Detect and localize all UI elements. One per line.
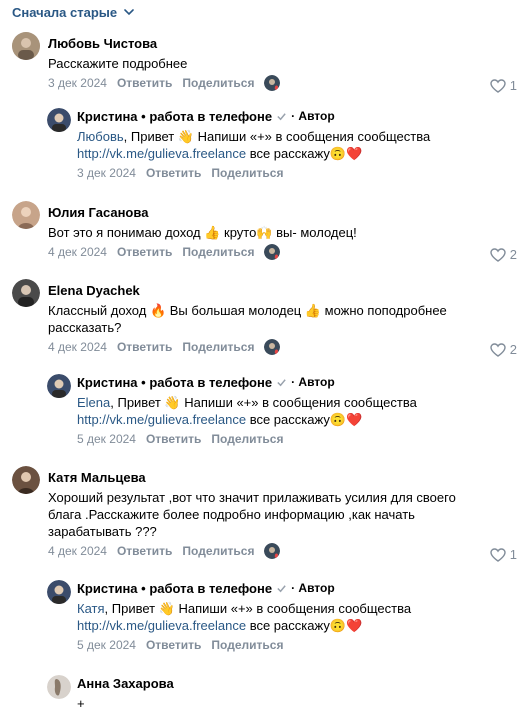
mention-link[interactable]: Любовь [77, 129, 124, 144]
comment-author[interactable]: Кристина • работа в телефоне · Автор [77, 374, 517, 391]
check-icon [277, 585, 286, 593]
share-button[interactable]: Поделиться [182, 245, 254, 259]
sort-dropdown[interactable]: Сначала старые [12, 3, 135, 21]
author-liked-avatar-icon [264, 74, 281, 91]
comment-date[interactable]: 5 дек 2024 [77, 432, 136, 446]
author-badge: · Автор [291, 375, 335, 389]
avatar[interactable] [47, 108, 71, 132]
comment-date[interactable]: 5 дек 2024 [77, 638, 136, 652]
comment-author[interactable]: Катя Мальцева [48, 469, 488, 486]
like-count: 1 [509, 547, 517, 562]
author-badge: · Автор [291, 581, 335, 595]
share-button[interactable]: Поделиться [211, 432, 283, 446]
share-button[interactable]: Поделиться [211, 638, 283, 652]
heart-icon [490, 247, 506, 262]
like-count: 2 [509, 247, 517, 262]
comment-author[interactable]: Elena Dyachek [48, 282, 488, 299]
share-button[interactable]: Поделиться [211, 166, 283, 180]
reply-button[interactable]: Ответить [117, 76, 172, 90]
reply-button[interactable]: Ответить [146, 638, 201, 652]
avatar[interactable] [12, 279, 40, 307]
avatar[interactable] [47, 675, 71, 699]
comment-author[interactable]: Любовь Чистова [48, 35, 518, 52]
comment-author[interactable]: Анна Захарова [77, 675, 517, 692]
avatar[interactable] [12, 466, 40, 494]
comment-date[interactable]: 3 дек 2024 [48, 76, 107, 90]
reply-button[interactable]: Ответить [117, 340, 172, 354]
heart-icon [490, 547, 506, 562]
like-count: 2 [509, 342, 517, 357]
heart-icon [490, 342, 506, 357]
avatar[interactable] [47, 374, 71, 398]
like-button[interactable]: 2 [490, 342, 517, 357]
comment-date[interactable]: 3 дек 2024 [77, 166, 136, 180]
like-button[interactable]: 1 [490, 78, 517, 93]
reply-button[interactable]: Ответить [117, 544, 172, 558]
share-button[interactable]: Поделиться [182, 76, 254, 90]
author-liked-avatar-icon [264, 542, 281, 559]
heart-icon [490, 78, 506, 93]
author-liked-avatar-icon [264, 338, 281, 355]
like-button[interactable]: 2 [490, 247, 517, 262]
check-icon [277, 379, 286, 387]
share-button[interactable]: Поделиться [182, 340, 254, 354]
avatar[interactable] [12, 201, 40, 229]
comment-author[interactable]: Кристина • работа в телефоне · Автор [77, 580, 517, 597]
comment-text: Хороший результат ,вот что значит прилаж… [48, 490, 456, 539]
community-link[interactable]: http://vk.me/gulieva.freelance [77, 412, 246, 427]
sort-label: Сначала старые [12, 4, 118, 20]
like-count: 1 [509, 78, 517, 93]
mention-link[interactable]: Elena [77, 395, 110, 410]
mention-link[interactable]: Катя [77, 601, 105, 616]
comment-text: + [77, 696, 85, 711]
comment-text: Вот это я понимаю доход 👍 круто🙌 вы- мол… [48, 225, 357, 240]
comment-author[interactable]: Юлия Гасанова [48, 204, 518, 221]
reply-button[interactable]: Ответить [146, 432, 201, 446]
chevron-down-icon [124, 9, 134, 16]
reply-button[interactable]: Ответить [146, 166, 201, 180]
comment-text: Любовь, Привет 👋 Напиши «+» в сообщения … [77, 129, 431, 161]
community-link[interactable]: http://vk.me/gulieva.freelance [77, 146, 246, 161]
reply-button[interactable]: Ответить [117, 245, 172, 259]
community-link[interactable]: http://vk.me/gulieva.freelance [77, 618, 246, 633]
comment-text: Классный доход 🔥 Вы большая молодец 👍 мо… [48, 303, 447, 335]
comment-text: Расскажите подробнее [48, 56, 188, 71]
like-button[interactable]: 1 [490, 547, 517, 562]
comment-date[interactable]: 4 дек 2024 [48, 544, 107, 558]
comment-text: Elena, Привет 👋 Напиши «+» в сообщения с… [77, 395, 417, 427]
avatar[interactable] [47, 580, 71, 604]
author-badge: · Автор [291, 109, 335, 123]
share-button[interactable]: Поделиться [182, 544, 254, 558]
check-icon [277, 113, 286, 121]
comment-text: Катя, Привет 👋 Напиши «+» в сообщения со… [77, 601, 412, 633]
comment-author[interactable]: Кристина • работа в телефоне · Автор [77, 108, 517, 125]
comment-date[interactable]: 4 дек 2024 [48, 340, 107, 354]
avatar[interactable] [12, 32, 40, 60]
comment-date[interactable]: 4 дек 2024 [48, 245, 107, 259]
author-liked-avatar-icon [264, 243, 281, 260]
